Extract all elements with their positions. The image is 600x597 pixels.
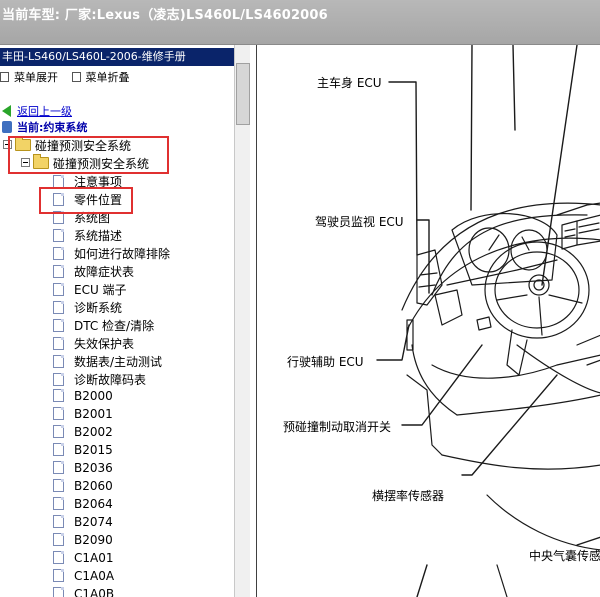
tree-item-label: 诊断系统 bbox=[74, 301, 123, 315]
page-icon bbox=[53, 425, 64, 438]
page-icon bbox=[53, 389, 64, 402]
tree-item[interactable]: 系统描述 bbox=[53, 227, 122, 244]
page-icon bbox=[53, 301, 64, 314]
label-center-airbag-sensor: 中央气囊传感 bbox=[529, 549, 600, 563]
expand-menu-button[interactable]: 菜单展开 bbox=[0, 69, 58, 85]
tree-item-label: 系统描述 bbox=[74, 229, 123, 243]
page-icon bbox=[53, 373, 64, 386]
highlight-box-parts-location bbox=[39, 187, 133, 214]
tree-item-label: 失效保护表 bbox=[74, 337, 135, 351]
tree-item[interactable]: 诊断故障码表 bbox=[53, 371, 146, 388]
tree-item[interactable]: B2001 bbox=[53, 407, 113, 421]
page-icon bbox=[53, 443, 64, 456]
page-icon bbox=[53, 229, 64, 242]
expand-icon bbox=[0, 72, 9, 82]
tree-item[interactable]: 诊断系统 bbox=[53, 299, 122, 316]
navigation-pane: 丰田-LS460/LS460L-2006-维修手册 菜单展开 菜单折叠 返回上一… bbox=[0, 45, 250, 597]
tree-toolbar: 菜单展开 菜单折叠 bbox=[0, 69, 140, 85]
tree-item-label: B2000 bbox=[74, 389, 113, 403]
page-icon bbox=[53, 587, 64, 597]
title-bar: 当前车型: 厂家:Lexus（凌志)LS460L/LS4602006 bbox=[0, 0, 600, 45]
tree-item-label: DTC 检查/清除 bbox=[74, 319, 155, 333]
title-text: 当前车型: 厂家:Lexus（凌志)LS460L/LS4602006 bbox=[2, 8, 328, 23]
tree-item-label: B2015 bbox=[74, 443, 113, 457]
page-icon bbox=[53, 283, 64, 296]
back-arrow-icon bbox=[2, 105, 11, 117]
scrollbar-thumb[interactable] bbox=[236, 63, 250, 125]
label-driving-support-ecu: 行驶辅助 ECU bbox=[287, 355, 364, 369]
page-icon bbox=[53, 515, 64, 528]
ecu-bracket bbox=[406, 249, 492, 351]
highlight-box-folders bbox=[8, 136, 169, 174]
steering-wheel bbox=[484, 241, 590, 339]
tree-item-label: C1A0B bbox=[74, 587, 115, 597]
dashboard-parts-diagram bbox=[376, 45, 600, 597]
page-icon bbox=[53, 355, 64, 368]
page-icon bbox=[53, 407, 64, 420]
center-console bbox=[556, 202, 600, 250]
collapse-menu-button[interactable]: 菜单折叠 bbox=[71, 69, 130, 85]
page-icon bbox=[53, 497, 64, 510]
back-link[interactable]: 返回上一级 bbox=[2, 103, 72, 119]
tree-item[interactable]: 故障症状表 bbox=[53, 263, 134, 280]
tree-item[interactable]: 如何进行故障排除 bbox=[53, 245, 170, 262]
tree-item[interactable]: 数据表/主动测试 bbox=[53, 353, 162, 370]
tree-item-label: B2060 bbox=[74, 479, 113, 493]
tree-item[interactable]: B2064 bbox=[53, 497, 113, 511]
tree-item[interactable]: B2036 bbox=[53, 461, 113, 475]
tree-item[interactable]: B2002 bbox=[53, 425, 113, 439]
manual-title: 丰田-LS460/LS460L-2006-维修手册 bbox=[0, 48, 236, 66]
page-icon bbox=[53, 319, 64, 332]
tree-item-label: B2002 bbox=[74, 425, 113, 439]
current-location: 当前:约束系统 bbox=[2, 119, 87, 135]
collapse-menu-label: 菜单折叠 bbox=[85, 71, 130, 84]
page-icon bbox=[53, 461, 64, 474]
page-icon bbox=[53, 247, 64, 260]
current-location-label: 当前:约束系统 bbox=[17, 121, 88, 134]
tree-item[interactable]: ECU 端子 bbox=[53, 281, 127, 298]
tree-item-label: 如何进行故障排除 bbox=[74, 247, 171, 261]
label-pre-crash-brake-cancel-switch: 预碰撞制动取消开关 bbox=[283, 420, 392, 434]
tree-item-label: 数据表/主动测试 bbox=[74, 355, 163, 369]
label-driver-monitor-ecu: 驾驶员监视 ECU bbox=[315, 215, 404, 229]
lower-console bbox=[506, 329, 600, 376]
back-link-label: 返回上一级 bbox=[17, 105, 72, 118]
expand-menu-label: 菜单展开 bbox=[14, 71, 58, 84]
tree-item[interactable]: C1A0B bbox=[53, 587, 114, 597]
tree-scrollbar[interactable] bbox=[234, 45, 250, 597]
tree-item-label: B2064 bbox=[74, 497, 113, 511]
page-icon bbox=[53, 337, 64, 350]
tree-item[interactable]: B2060 bbox=[53, 479, 113, 493]
tree-item[interactable]: 失效保护表 bbox=[53, 335, 134, 352]
tree-item[interactable]: C1A01 bbox=[53, 551, 114, 565]
tree-item[interactable]: DTC 检查/清除 bbox=[53, 317, 154, 334]
label-main-body-ecu: 主车身 ECU bbox=[317, 76, 382, 90]
leader-lines bbox=[376, 45, 600, 597]
tree-item-label: B2036 bbox=[74, 461, 113, 475]
dashboard-outline bbox=[401, 202, 600, 597]
tree-item[interactable]: B2000 bbox=[53, 389, 113, 403]
tree-item[interactable]: B2090 bbox=[53, 533, 113, 547]
tree-item-label: C1A0A bbox=[74, 569, 115, 583]
tree-item-label: B2001 bbox=[74, 407, 113, 421]
tree-item[interactable]: C1A0A bbox=[53, 569, 114, 583]
page-icon bbox=[53, 533, 64, 546]
collapse-icon bbox=[71, 72, 81, 82]
tree-item-label: B2090 bbox=[74, 533, 113, 547]
book-icon bbox=[2, 121, 12, 133]
tree-item-label: 故障症状表 bbox=[74, 265, 135, 279]
tree-item-label: 诊断故障码表 bbox=[74, 373, 147, 387]
tree-item[interactable]: B2074 bbox=[53, 515, 113, 529]
page-icon bbox=[53, 479, 64, 492]
diagram-pane: 主车身 ECU 驾驶员监视 ECU 行驶辅助 ECU 预碰撞制动取消开关 横摆率… bbox=[256, 45, 600, 597]
tree-item[interactable]: B2015 bbox=[53, 443, 113, 457]
page-icon bbox=[53, 569, 64, 582]
label-yaw-rate-sensor: 横摆率传感器 bbox=[372, 489, 445, 503]
tree-item-label: C1A01 bbox=[74, 551, 114, 565]
page-icon bbox=[53, 265, 64, 278]
tree-item-label: ECU 端子 bbox=[74, 283, 127, 297]
page-icon bbox=[53, 551, 64, 564]
tree-item-label: B2074 bbox=[74, 515, 113, 529]
